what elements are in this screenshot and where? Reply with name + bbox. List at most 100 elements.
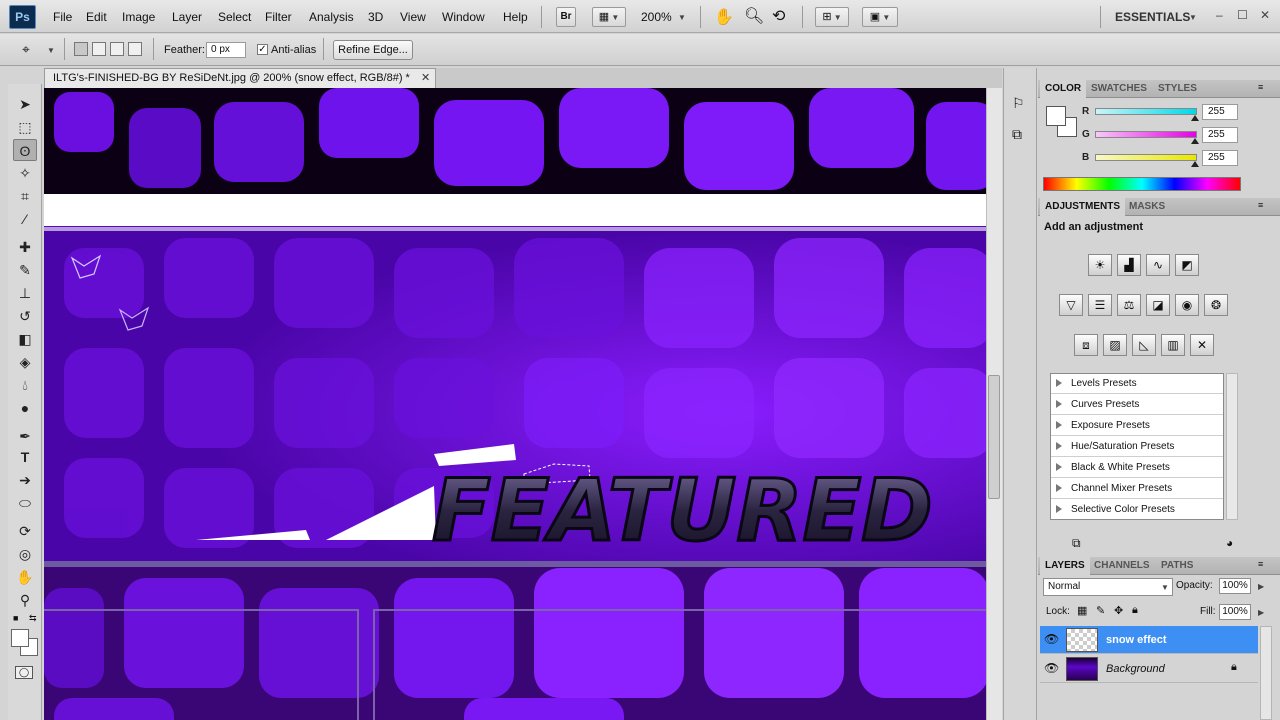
black-white-icon[interactable]: ◪	[1146, 294, 1170, 316]
menu-file[interactable]: File	[53, 10, 72, 24]
menu-layer[interactable]: Layer	[172, 10, 202, 24]
blur-tool-icon[interactable]: 💧︎	[13, 374, 37, 396]
foreground-color-swatch[interactable]	[11, 629, 29, 647]
menu-image[interactable]: Image	[122, 10, 155, 24]
minimize-button[interactable]: –	[1216, 8, 1223, 22]
preset-exposure[interactable]: Exposure Presets	[1051, 416, 1223, 436]
channel-mixer-icon[interactable]: ❂	[1204, 294, 1228, 316]
opacity-input[interactable]: 100%	[1219, 578, 1251, 594]
magic-wand-tool-icon[interactable]: ✧	[13, 162, 37, 184]
eraser-tool-icon[interactable]: ◧	[13, 328, 37, 350]
menu-window[interactable]: Window	[442, 10, 485, 24]
layer-name[interactable]: snow effect	[1106, 634, 1167, 646]
close-button[interactable]: ✕	[1260, 8, 1270, 22]
default-colors-icon[interactable]: ■	[13, 613, 18, 623]
refine-edge-button[interactable]: Refine Edge...	[333, 40, 413, 60]
brush-tool-icon[interactable]: ✎	[13, 259, 37, 281]
workspace-dropdown-icon[interactable]: ▼	[1189, 13, 1197, 22]
menu-select[interactable]: Select	[218, 10, 251, 24]
document-tab-close-icon[interactable]: ✕	[421, 71, 430, 84]
blend-mode-dropdown-icon[interactable]: ▼	[1161, 583, 1169, 592]
polygonal-lasso-preset-icon[interactable]: ⌖	[22, 41, 30, 58]
blue-slider[interactable]	[1095, 154, 1197, 161]
green-value-input[interactable]: 255	[1202, 127, 1238, 143]
blue-value-input[interactable]: 255	[1202, 150, 1238, 166]
feather-input[interactable]: 0 px	[206, 42, 246, 58]
crop-tool-icon[interactable]: ⌗	[13, 185, 37, 207]
eyedropper-tool-icon[interactable]: ⁄	[13, 208, 37, 230]
preset-levels[interactable]: Levels Presets	[1051, 374, 1223, 394]
view-previous-state-icon[interactable]: ◕	[1226, 536, 1233, 550]
antialias-checkbox[interactable]: ✓	[257, 44, 268, 55]
zoom-tool-icon[interactable]: ⚲	[13, 589, 37, 611]
rotate-view-icon[interactable]: ⟲	[772, 6, 785, 26]
layers-scrollbar[interactable]	[1260, 626, 1272, 720]
clip-to-layer-icon[interactable]: ⧉	[1072, 536, 1081, 551]
preset-curves[interactable]: Curves Presets	[1051, 395, 1223, 415]
healing-brush-tool-icon[interactable]: ✚	[13, 236, 37, 258]
preset-black-white[interactable]: Black & White Presets	[1051, 458, 1223, 478]
lock-all-icon[interactable]: 🔒︎	[1132, 604, 1138, 617]
fill-input[interactable]: 100%	[1219, 604, 1251, 620]
tool-preset-dropdown-icon[interactable]: ▼	[47, 46, 55, 55]
new-selection-icon[interactable]	[74, 42, 88, 56]
presets-scrollbar[interactable]	[1226, 373, 1238, 520]
color-balance-icon[interactable]: ⚖	[1117, 294, 1141, 316]
path-selection-tool-icon[interactable]: ➔	[13, 469, 37, 491]
subtract-selection-icon[interactable]	[110, 42, 124, 56]
dodge-tool-icon[interactable]: ●	[13, 397, 37, 419]
levels-icon[interactable]: ▟	[1117, 254, 1141, 276]
eye-icon[interactable]: 👁︎	[1044, 632, 1059, 646]
pen-tool-icon[interactable]: ✒	[13, 425, 37, 447]
preset-selective-color[interactable]: Selective Color Presets	[1051, 500, 1223, 520]
lock-pixels-icon[interactable]: ✎	[1096, 604, 1105, 617]
scrollbar-thumb[interactable]	[988, 375, 1000, 499]
3d-rotate-tool-icon[interactable]: ⟳	[13, 520, 37, 542]
lock-transparency-icon[interactable]: ▦	[1077, 604, 1087, 617]
panel-menu-icon[interactable]: ≡	[1258, 200, 1263, 210]
preset-hue-saturation[interactable]: Hue/Saturation Presets	[1051, 437, 1223, 457]
preset-channel-mixer[interactable]: Channel Mixer Presets	[1051, 479, 1223, 499]
eye-icon[interactable]: 👁︎	[1044, 661, 1059, 675]
marquee-tool-icon[interactable]: ⬚	[13, 116, 37, 138]
tab-layers[interactable]: LAYERS	[1040, 557, 1090, 575]
workspace-switcher[interactable]: ESSENTIALS	[1115, 10, 1190, 24]
menu-help[interactable]: Help	[503, 10, 528, 24]
threshold-icon[interactable]: ◺	[1132, 334, 1156, 356]
intersect-selection-icon[interactable]	[128, 42, 142, 56]
color-fg-swatch[interactable]	[1046, 106, 1066, 126]
maximize-button[interactable]: ☐	[1237, 8, 1248, 22]
panel-menu-icon[interactable]: ≡	[1258, 559, 1263, 569]
bridge-button[interactable]: Br	[556, 7, 576, 27]
lasso-tool-icon[interactable]: ʘ	[13, 139, 37, 161]
brightness-contrast-icon[interactable]: ☀	[1088, 254, 1112, 276]
type-tool-icon[interactable]: T	[13, 446, 37, 468]
zoom-tool-icon[interactable]: 🔍︎	[744, 6, 764, 26]
layer-name[interactable]: Background	[1106, 663, 1165, 675]
move-tool-icon[interactable]: ➤	[13, 93, 37, 115]
hand-tool-icon[interactable]: ✋	[13, 566, 37, 588]
tab-color[interactable]: COLOR	[1040, 80, 1087, 98]
zoom-level[interactable]: 200%	[641, 10, 672, 24]
view-extras-button[interactable]: ▦ ▼	[592, 7, 626, 27]
tab-channels[interactable]: CHANNELS	[1089, 557, 1155, 575]
tab-paths[interactable]: PATHS	[1156, 557, 1198, 575]
tab-swatches[interactable]: SWATCHES	[1086, 80, 1152, 98]
screen-mode-button[interactable]: ▣ ▼	[862, 7, 898, 27]
history-panel-icon[interactable]: ⚐	[1012, 95, 1025, 112]
arrange-documents-button[interactable]: ⊞ ▼	[815, 7, 849, 27]
document-tab[interactable]: ILTG's-FINISHED-BG BY ReSiDeNt.jpg @ 200…	[44, 68, 436, 88]
red-value-input[interactable]: 255	[1202, 104, 1238, 120]
menu-analysis[interactable]: Analysis	[309, 10, 354, 24]
green-slider-knob[interactable]	[1191, 138, 1199, 144]
paint-bucket-tool-icon[interactable]: ◈	[13, 351, 37, 373]
tab-adjustments[interactable]: ADJUSTMENTS	[1040, 198, 1126, 216]
opacity-dropdown-icon[interactable]: ▶	[1258, 582, 1264, 591]
curves-icon[interactable]: ∿	[1146, 254, 1170, 276]
tab-masks[interactable]: MASKS	[1124, 198, 1170, 216]
panel-menu-icon[interactable]: ≡	[1258, 82, 1263, 92]
clone-stamp-tool-icon[interactable]: ⊥	[13, 282, 37, 304]
red-slider[interactable]	[1095, 108, 1197, 115]
posterize-icon[interactable]: ▨	[1103, 334, 1127, 356]
lock-position-icon[interactable]: ✥	[1114, 604, 1123, 617]
